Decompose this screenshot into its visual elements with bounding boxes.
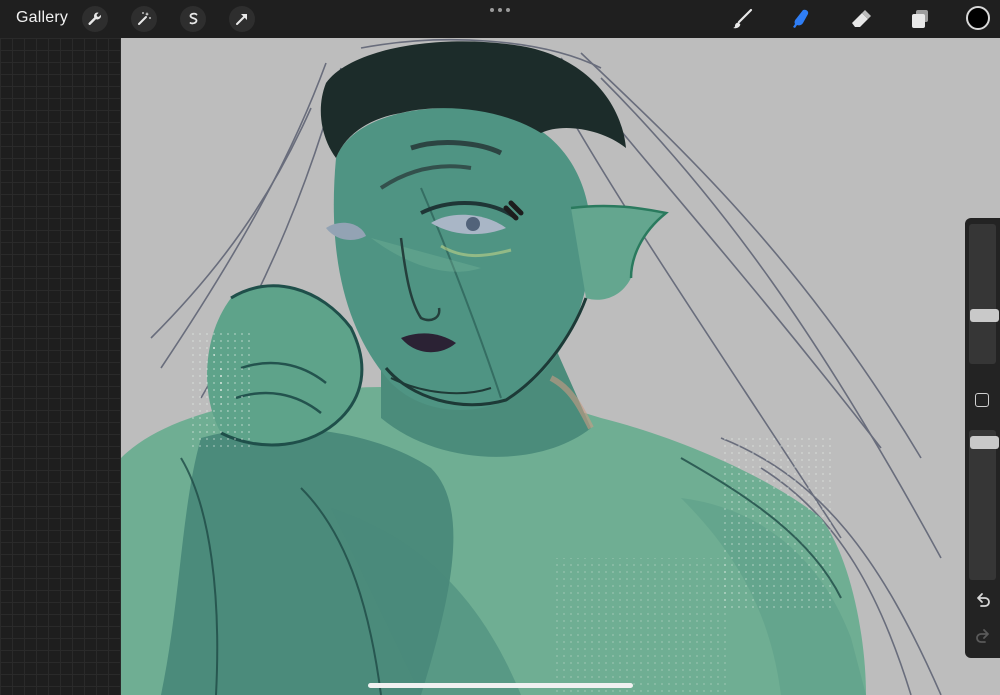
selection-icon[interactable] bbox=[180, 6, 206, 32]
layers-icon[interactable] bbox=[906, 5, 934, 33]
brush-size-slider[interactable] bbox=[969, 224, 999, 364]
artwork-illustration bbox=[121, 38, 1000, 695]
opacity-handle[interactable] bbox=[970, 436, 999, 449]
eraser-icon[interactable] bbox=[847, 5, 875, 33]
gallery-button[interactable]: Gallery bbox=[16, 9, 68, 27]
more-options-icon[interactable] bbox=[490, 8, 510, 12]
modify-square-icon[interactable] bbox=[975, 393, 989, 407]
transform-arrow-icon[interactable] bbox=[229, 6, 255, 32]
smudge-icon[interactable] bbox=[787, 5, 815, 33]
drawing-canvas[interactable] bbox=[121, 38, 1000, 695]
opacity-slider[interactable] bbox=[969, 430, 999, 580]
brush-sidebar bbox=[965, 218, 1000, 658]
brush-size-handle[interactable] bbox=[970, 309, 999, 322]
undo-icon[interactable] bbox=[973, 590, 993, 610]
brush-icon[interactable] bbox=[728, 5, 756, 33]
redo-icon[interactable] bbox=[973, 626, 993, 646]
color-swatch-button[interactable] bbox=[966, 6, 990, 30]
magic-wand-icon[interactable] bbox=[131, 6, 157, 32]
top-toolbar: Gallery bbox=[0, 0, 1000, 38]
wrench-icon[interactable] bbox=[82, 6, 108, 32]
home-indicator[interactable] bbox=[368, 683, 633, 688]
workspace-grid-background bbox=[0, 38, 121, 695]
